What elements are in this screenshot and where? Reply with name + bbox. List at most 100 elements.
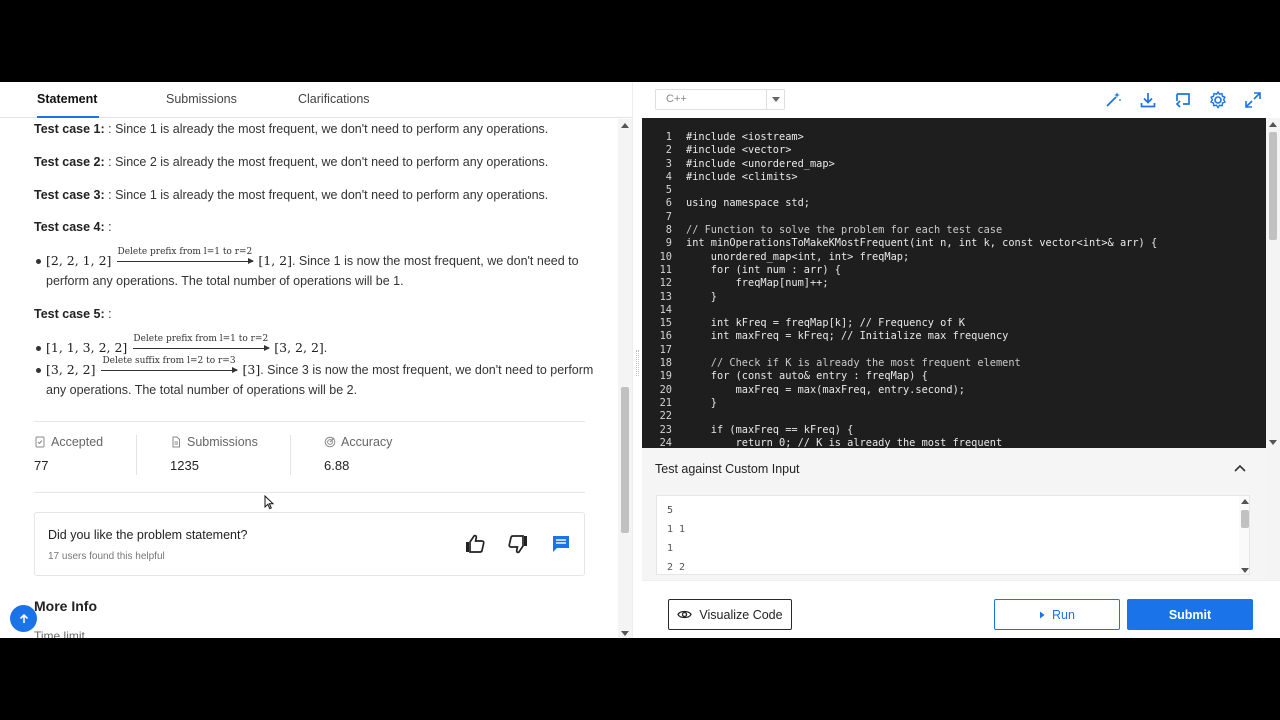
bullet-text: . Since 3 is now the most frequent, we d… (260, 363, 594, 377)
scroll-thumb[interactable] (621, 387, 629, 533)
action-bar: Visualize Code Run Submit (642, 580, 1280, 638)
editor-scrollbar[interactable] (1266, 118, 1280, 448)
test-case-label: Test case 4: (34, 220, 105, 234)
test-case-text: : Since 2 is already the most frequent, … (108, 155, 549, 169)
custom-input-textarea[interactable]: 5 1 1 1 2 2 (656, 495, 1250, 575)
scroll-thumb[interactable] (1269, 132, 1277, 240)
tab-clarifications[interactable]: Clarifications (298, 82, 370, 118)
code-text: // Check if K is already the most freque… (686, 357, 1021, 370)
line-number: 5 (665, 184, 672, 197)
left-scrollbar[interactable] (618, 119, 632, 638)
code-text: int minOperationsToMakeKMostFrequent(int… (686, 237, 1158, 250)
input-line: 1 (667, 543, 674, 554)
submit-button[interactable]: Submit (1127, 599, 1253, 630)
code-text: for (const auto& entry : freqMap) { (686, 370, 928, 383)
test-case-text: : (108, 220, 112, 234)
bullet-text: . (323, 341, 328, 355)
button-label: Visualize Code (699, 607, 783, 622)
code-text: } (686, 290, 717, 303)
test-case-text: : Since 1 is already the most frequent, … (108, 188, 549, 202)
code-line: 13 } (642, 291, 1262, 304)
helpful-count: 17 users found this helpful (48, 551, 165, 562)
tab-statement[interactable]: Statement (37, 82, 99, 118)
line-number: 20 (659, 383, 672, 396)
tab-submissions[interactable]: Submissions (166, 82, 237, 118)
test-case-text: : (108, 307, 112, 321)
code-text: #include <vector> (686, 144, 792, 157)
custom-input-section: Test against Custom Input 5 1 1 1 2 2 (642, 448, 1266, 580)
line-number: 7 (665, 210, 672, 223)
code-text: #include <climits> (686, 170, 798, 183)
code-text: int maxFreq = kFreq; // Initialize max f… (686, 330, 1009, 343)
array-before: [3, 2, 2] (46, 362, 96, 377)
scroll-thumb[interactable] (1241, 510, 1249, 528)
test-case-label: Test case 1: (34, 122, 105, 136)
language-value: C++ (666, 93, 687, 105)
visualize-code-button[interactable]: Visualize Code (668, 599, 792, 630)
time-limit-label: Time limit (34, 629, 85, 638)
test-case-label: Test case 2: (34, 155, 105, 169)
scroll-down-arrow[interactable] (1241, 568, 1249, 573)
scroll-up-arrow[interactable] (1269, 122, 1277, 127)
line-number: 2 (665, 144, 672, 157)
feedback-question: Did you like the problem statement? (48, 528, 248, 542)
code-line: 16 int maxFreq = kFreq; // Initialize ma… (642, 330, 1262, 343)
code-line: 23 if (maxFreq == kFreq) { (642, 424, 1262, 437)
chevron-up-icon[interactable] (1233, 463, 1247, 473)
code-text: freqMap[num]++; (686, 277, 829, 290)
magic-wand-icon[interactable] (1103, 90, 1123, 110)
scroll-up-arrow[interactable] (621, 123, 629, 128)
fullscreen-icon[interactable] (1243, 90, 1263, 110)
scroll-to-top-button[interactable] (10, 605, 37, 632)
code-line: 12 freqMap[num]++; (642, 277, 1262, 290)
thumbs-down-icon[interactable] (507, 533, 529, 555)
line-number: 8 (665, 224, 672, 237)
scroll-down-arrow[interactable] (1269, 440, 1277, 445)
code-line: 9 int minOperationsToMakeKMostFrequent(in… (642, 237, 1262, 250)
thumbs-up-icon[interactable] (464, 533, 486, 555)
code-line: 11 for (int num : arr) { (642, 264, 1262, 277)
code-line: 2 #include <vector> (642, 144, 1262, 157)
line-number: 15 (659, 317, 672, 330)
stat-label: Accepted (51, 435, 104, 449)
reset-icon[interactable] (1173, 90, 1193, 110)
eye-icon (677, 610, 693, 619)
code-line: 10 unordered_map<int, int> freqMap; (642, 251, 1262, 264)
line-number: 6 (665, 197, 672, 210)
operation-arrow: Delete prefix from l=1 to r=2 (116, 247, 254, 265)
scroll-up-arrow[interactable] (1241, 499, 1249, 504)
app-window: Statement Submissions Clarifications Tes… (0, 82, 1280, 638)
code-editor[interactable]: 1 #include <iostream> 2 #include <vector> 3 #… (642, 118, 1266, 448)
line-number: 17 (659, 343, 672, 356)
statement-scroll-area[interactable]: Test case 1: : Since 1 is already the mo… (0, 119, 618, 638)
more-info-heading: More Info (34, 598, 97, 614)
test-case-3: Test case 3: : Since 1 is already the mo… (34, 188, 548, 202)
right-scrollbar-track[interactable] (1266, 448, 1280, 580)
resize-grip[interactable] (636, 350, 639, 376)
gear-icon[interactable] (1208, 90, 1228, 110)
test-case-label: Test case 3: (34, 188, 105, 202)
code-line: 22 (642, 410, 1262, 423)
stat-separator (136, 435, 137, 475)
test-case-text: : Since 1 is already the most frequent, … (108, 122, 549, 136)
line-number: 24 (659, 436, 672, 448)
test-case-4: Test case 4: : (34, 220, 112, 234)
custom-input-scrollbar[interactable] (1239, 496, 1249, 574)
divider (34, 492, 585, 493)
stat-accepted: Accepted 77 (34, 435, 103, 473)
line-number: 3 (665, 157, 672, 170)
download-icon[interactable] (1138, 90, 1158, 110)
panel-resizer[interactable] (632, 82, 642, 638)
stat-value: 77 (34, 458, 49, 473)
run-button[interactable]: Run (994, 599, 1120, 630)
comment-icon[interactable] (550, 533, 572, 555)
bullet-line-2: perform any operations. The total number… (46, 274, 404, 288)
scroll-down-arrow[interactable] (621, 631, 629, 636)
stat-head: Submissions (170, 435, 258, 449)
divider (34, 421, 585, 422)
code-text: #include <unordered_map> (686, 157, 835, 170)
tab-bar: Statement Submissions Clarifications (0, 82, 632, 118)
code-line: 24 return 0; // K is already the most fr… (642, 437, 1262, 448)
test-case-2: Test case 2: : Since 2 is already the mo… (34, 155, 548, 169)
language-select[interactable]: C++ (655, 89, 785, 110)
